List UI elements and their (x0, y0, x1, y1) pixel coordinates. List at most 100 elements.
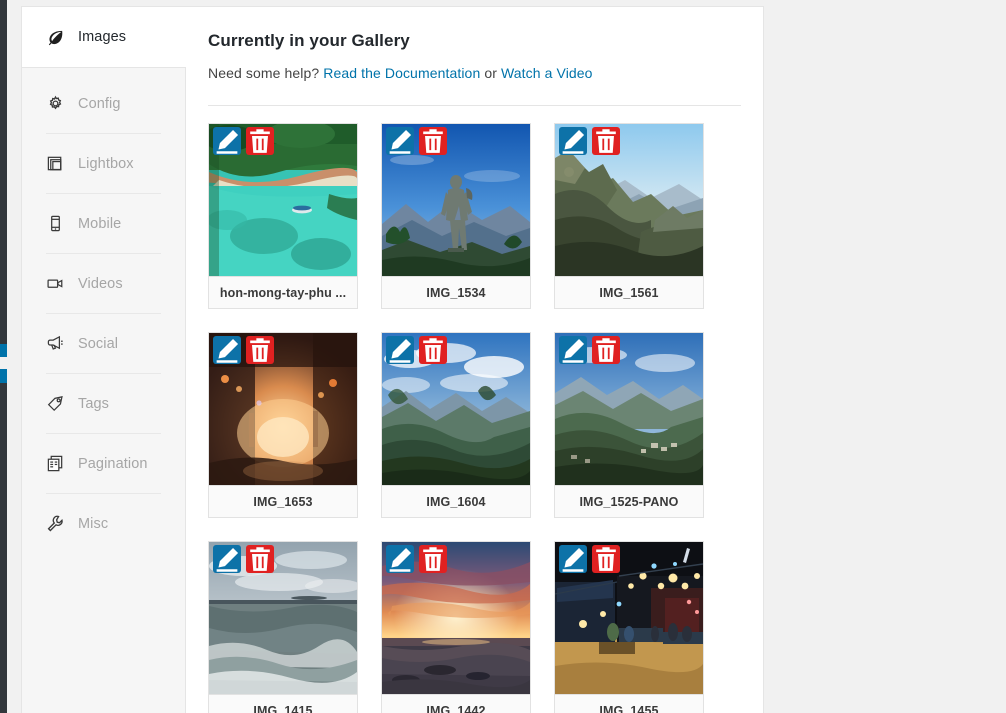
trash-icon (596, 338, 616, 362)
main-content: Currently in your Gallery Need some help… (186, 7, 763, 713)
sidebar-item-pagination[interactable]: Pagination (22, 434, 185, 493)
sidebar-item-misc[interactable]: Misc (22, 494, 185, 553)
thumbnail[interactable] (382, 333, 530, 485)
help-prefix: Need some help? (208, 65, 320, 81)
sidebar-item-label: Tags (78, 395, 110, 412)
delete-button[interactable] (246, 336, 274, 364)
thumbnail[interactable] (209, 124, 357, 276)
delete-button[interactable] (592, 336, 620, 364)
sidebar-item-label: Config (78, 95, 121, 112)
gallery-card[interactable]: IMG_1455 (554, 541, 704, 713)
sidebar-item-label: Pagination (78, 455, 148, 472)
edit-button[interactable] (559, 127, 587, 155)
delete-button[interactable] (246, 127, 274, 155)
gallery-card[interactable]: IMG_1604 (381, 332, 531, 518)
trash-icon (423, 547, 443, 571)
wp-admin-rail-accent[interactable] (0, 344, 7, 357)
thumbnail[interactable] (209, 542, 357, 694)
trash-icon (423, 129, 443, 153)
wrench-icon (46, 514, 72, 533)
card-actions (559, 545, 620, 573)
section-divider (208, 105, 741, 106)
wp-admin-rail-gap (0, 357, 7, 369)
plugin-panel: Images Config Lightbox Mobile Videos Soc… (21, 6, 764, 713)
card-actions (213, 545, 274, 573)
card-caption: IMG_1442 (382, 694, 530, 713)
sidebar-item-config[interactable]: Config (22, 74, 185, 133)
delete-button[interactable] (592, 127, 620, 155)
card-actions (386, 336, 447, 364)
thumbnail[interactable] (555, 124, 703, 276)
card-actions (386, 545, 447, 573)
gallery-card[interactable]: IMG_1415 (208, 541, 358, 713)
sidebar-item-label: Social (78, 335, 119, 352)
gallery-grid: hon-mong-tay-phu ... IMG_1534 IMG_1561 I… (208, 123, 741, 713)
watch-video-link[interactable]: Watch a Video (501, 65, 593, 81)
wp-admin-rail (0, 0, 7, 713)
card-actions (559, 127, 620, 155)
tag-icon (46, 394, 72, 413)
card-actions (559, 336, 620, 364)
card-caption: IMG_1534 (382, 276, 530, 308)
edit-icon (216, 547, 239, 572)
gear-icon (46, 94, 72, 113)
sidebar-item-tags[interactable]: Tags (22, 374, 185, 433)
card-actions (386, 127, 447, 155)
gallery-card[interactable]: hon-mong-tay-phu ... (208, 123, 358, 309)
edit-button[interactable] (386, 336, 414, 364)
sidebar-item-label: Videos (78, 275, 123, 292)
edit-icon (216, 338, 239, 363)
delete-button[interactable] (246, 545, 274, 573)
edit-button[interactable] (213, 545, 241, 573)
gallery-card[interactable]: IMG_1442 (381, 541, 531, 713)
sidebar-item-label: Mobile (78, 215, 122, 232)
card-actions (213, 336, 274, 364)
edit-icon (389, 547, 412, 572)
documentation-link[interactable]: Read the Documentation (323, 65, 480, 81)
sidebar-item-label: Images (78, 29, 127, 45)
sidebar-item-label: Misc (78, 515, 109, 532)
video-camera-icon (46, 274, 72, 293)
edit-button[interactable] (386, 545, 414, 573)
thumbnail[interactable] (555, 333, 703, 485)
gallery-card[interactable]: IMG_1561 (554, 123, 704, 309)
delete-button[interactable] (419, 336, 447, 364)
wp-admin-rail-accent[interactable] (0, 369, 7, 383)
edit-button[interactable] (213, 336, 241, 364)
sidebar-item-mobile[interactable]: Mobile (22, 194, 185, 253)
trash-icon (250, 129, 270, 153)
thumbnail[interactable] (555, 542, 703, 694)
sidebar-item-lightbox[interactable]: Lightbox (22, 134, 185, 193)
delete-button[interactable] (419, 545, 447, 573)
edit-button[interactable] (559, 545, 587, 573)
sidebar-item-label: Lightbox (78, 155, 134, 172)
trash-icon (596, 129, 616, 153)
edit-button[interactable] (386, 127, 414, 155)
leaf-icon (46, 28, 72, 47)
card-caption: IMG_1561 (555, 276, 703, 308)
edit-icon (389, 129, 412, 154)
edit-button[interactable] (559, 336, 587, 364)
gallery-card[interactable]: IMG_1534 (381, 123, 531, 309)
edit-button[interactable] (213, 127, 241, 155)
thumbnail[interactable] (382, 124, 530, 276)
sidebar-item-images[interactable]: Images (22, 7, 186, 67)
megaphone-icon (46, 334, 72, 353)
thumbnail[interactable] (382, 542, 530, 694)
trash-icon (250, 338, 270, 362)
delete-button[interactable] (592, 545, 620, 573)
edit-icon (562, 129, 585, 154)
page-title: Currently in your Gallery (208, 31, 410, 50)
card-caption: IMG_1604 (382, 485, 530, 517)
card-caption: IMG_1525-PANO (555, 485, 703, 517)
edit-icon (562, 338, 585, 363)
gallery-card[interactable]: IMG_1525-PANO (554, 332, 704, 518)
gallery-card[interactable]: IMG_1653 (208, 332, 358, 518)
card-caption: IMG_1415 (209, 694, 357, 713)
edit-icon (216, 129, 239, 154)
sidebar-item-videos[interactable]: Videos (22, 254, 185, 313)
layers-icon (46, 154, 72, 173)
delete-button[interactable] (419, 127, 447, 155)
thumbnail[interactable] (209, 333, 357, 485)
sidebar-item-social[interactable]: Social (22, 314, 185, 373)
